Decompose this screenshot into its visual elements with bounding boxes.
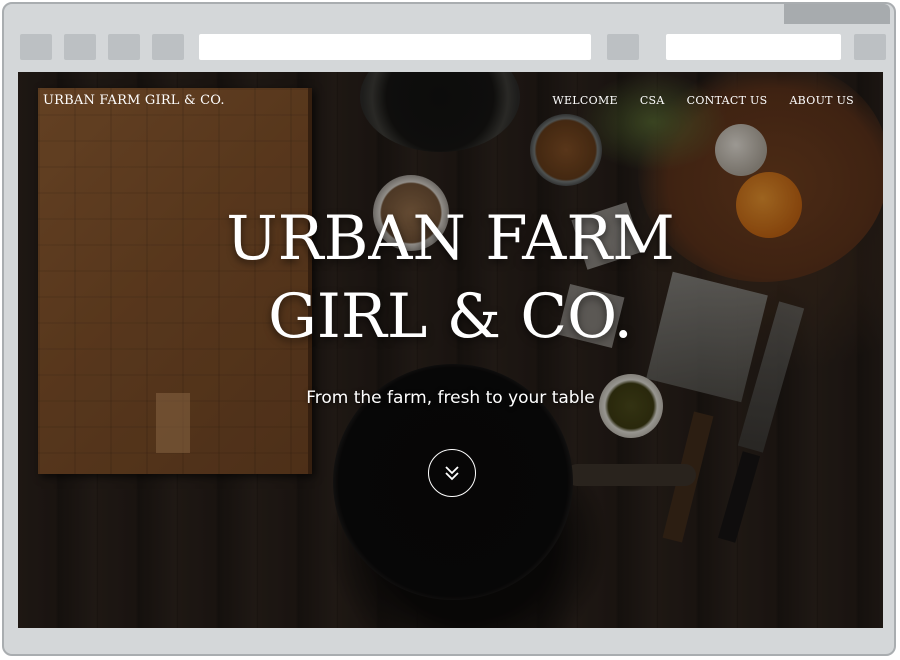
browser-control-5[interactable] — [607, 34, 639, 60]
chevron-double-down-icon — [445, 466, 459, 481]
browser-control-6[interactable] — [854, 34, 886, 60]
hero-tagline: From the farm, fresh to your table — [306, 388, 595, 408]
browser-control-4[interactable] — [152, 34, 184, 60]
hero-title-line-2: GIRL & CO. — [268, 281, 633, 352]
nav-about-us[interactable]: ABOUT US — [789, 94, 854, 107]
search-bar[interactable] — [666, 34, 841, 60]
nav-contact-us[interactable]: CONTACT US — [687, 94, 768, 107]
browser-corner-tab — [784, 4, 890, 24]
scroll-down-button[interactable] — [428, 449, 476, 497]
nav-csa[interactable]: CSA — [640, 94, 665, 107]
browser-control-1[interactable] — [20, 34, 52, 60]
browser-control-2[interactable] — [64, 34, 96, 60]
address-bar[interactable] — [199, 34, 591, 60]
browser-control-3[interactable] — [108, 34, 140, 60]
hero-title-line-1: URBAN FARM — [226, 203, 675, 274]
main-nav: WELCOME CSA CONTACT US ABOUT US — [552, 94, 854, 107]
nav-welcome[interactable]: WELCOME — [552, 94, 617, 107]
page-viewport: URBAN FARM GIRL & CO. WELCOME CSA CONTAC… — [18, 72, 883, 628]
hero-title: URBAN FARM GIRL & CO. — [18, 200, 883, 356]
site-brand[interactable]: URBAN FARM GIRL & CO. — [43, 93, 225, 108]
